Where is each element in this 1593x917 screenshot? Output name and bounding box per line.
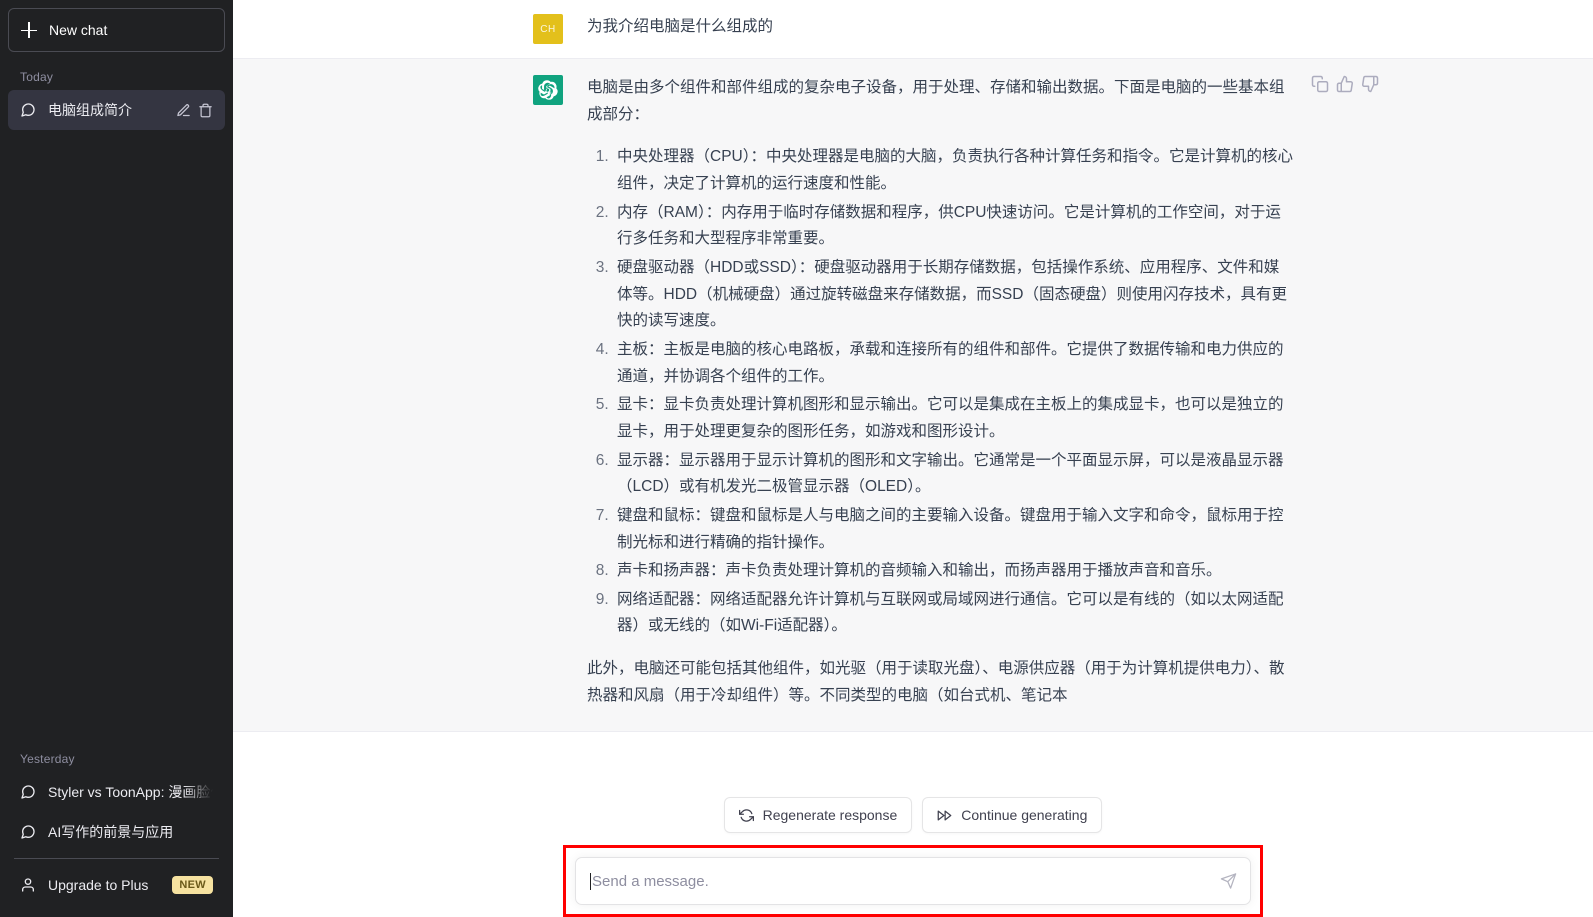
- main-content: CH 为我介绍电脑是什么组成的 电脑是由多个组件和部件组成的复杂电子设备，用于处…: [233, 0, 1593, 917]
- list-item: 主板：主板是电脑的核心电路板，承载和连接所有的组件和部件。它提供了数据传输和电力…: [613, 337, 1293, 390]
- user-message-body: 为我介绍电脑是什么组成的: [587, 14, 1293, 44]
- message-action-buttons: [1311, 75, 1379, 93]
- message-bubble-icon: [21, 785, 35, 799]
- list-item: 显卡：显卡负责处理计算机图形和显示输出。它可以是集成在主板上的集成显卡，也可以是…: [613, 392, 1293, 445]
- list-item: 中央处理器（CPU）：中央处理器是电脑的大脑，负责执行各种计算任务和指令。它是计…: [613, 144, 1293, 197]
- assistant-message-row: 电脑是由多个组件和部件组成的复杂电子设备，用于处理、存储和输出数据。下面是电脑的…: [233, 58, 1593, 733]
- thumbs-down-icon[interactable]: [1361, 75, 1379, 93]
- history-group-label-today: Today: [20, 70, 54, 84]
- avatar-user: CH: [533, 14, 563, 44]
- thumbs-up-icon[interactable]: [1336, 75, 1354, 93]
- list-item: 声卡和扬声器：声卡负责处理计算机的音频输入和输出，而扬声器用于播放声音和音乐。: [613, 558, 1293, 585]
- chat-history-list: Today 电脑组成简介: [8, 62, 225, 744]
- upgrade-label: Upgrade to Plus: [48, 877, 149, 893]
- regenerate-response-button[interactable]: Regenerate response: [723, 797, 913, 833]
- user-message-row: CH 为我介绍电脑是什么组成的: [233, 0, 1593, 58]
- chat-history-item-styler-vs-toonapp[interactable]: Styler vs ToonApp: 漫画脸优势: [8, 772, 225, 812]
- composer-highlight-box: Send a message.: [563, 845, 1263, 917]
- sidebar: New chat Today 电脑组成简介 Yesterday Styler v…: [0, 0, 233, 917]
- conversation-thread: CH 为我介绍电脑是什么组成的 电脑是由多个组件和部件组成的复杂电子设备，用于处…: [233, 0, 1593, 733]
- user-message-inner: CH 为我介绍电脑是什么组成的: [533, 0, 1293, 58]
- chat-history-item-title: AI写作的前景与应用: [48, 824, 174, 840]
- text-caret: [590, 872, 591, 890]
- assistant-message-inner: 电脑是由多个组件和部件组成的复杂电子设备，用于处理、存储和输出数据。下面是电脑的…: [533, 59, 1379, 731]
- history-group-label-yesterday: Yesterday: [20, 752, 75, 766]
- assistant-message-body: 电脑是由多个组件和部件组成的复杂电子设备，用于处理、存储和输出数据。下面是电脑的…: [587, 75, 1293, 709]
- assistant-intro-paragraph: 电脑是由多个组件和部件组成的复杂电子设备，用于处理、存储和输出数据。下面是电脑的…: [587, 79, 1285, 123]
- message-bubble-icon: [21, 103, 35, 117]
- chat-item-actions: [176, 103, 213, 118]
- regenerate-response-label: Regenerate response: [762, 807, 898, 823]
- message-input-placeholder: Send a message.: [592, 872, 709, 890]
- continue-generating-button[interactable]: Continue generating: [922, 797, 1103, 833]
- sidebar-divider: [14, 858, 219, 859]
- chatgpt-logo-icon: [538, 80, 558, 100]
- user-message-text: 为我介绍电脑是什么组成的: [587, 18, 774, 35]
- trash-icon[interactable]: [198, 103, 213, 118]
- assistant-outro-paragraph: 此外，电脑还可能包括其他组件，如光驱（用于读取光盘）、电源供应器（用于为计算机提…: [587, 660, 1285, 704]
- fast-forward-icon: [937, 810, 952, 820]
- message-input-container[interactable]: Send a message.: [575, 857, 1251, 905]
- list-item: 网络适配器：网络适配器允许计算机与互联网或局域网进行通信。它可以是有线的（如以太…: [613, 587, 1293, 640]
- list-item: 硬盘驱动器（HDD或SSD）：硬盘驱动器用于长期存储数据，包括操作系统、应用程序…: [613, 255, 1293, 335]
- continue-generating-label: Continue generating: [961, 807, 1088, 823]
- status-badge-new: NEW: [172, 876, 213, 894]
- list-item: 键盘和鼠标：键盘和鼠标是人与电脑之间的主要输入设备。键盘用于输入文字和命令，鼠标…: [613, 503, 1293, 556]
- list-item: 显示器：显示器用于显示计算机的图形和文字输出。它通常是一个平面显示屏，可以是液晶…: [613, 448, 1293, 501]
- avatar-assistant: [533, 75, 563, 105]
- refresh-icon: [738, 808, 754, 822]
- plus-icon: [21, 22, 37, 38]
- person-icon: [22, 878, 34, 892]
- new-chat-label: New chat: [49, 22, 108, 38]
- sidebar-bottom-section: Yesterday Styler vs ToonApp: 漫画脸优势 AI写作的…: [8, 744, 225, 909]
- pencil-icon[interactable]: [176, 103, 191, 118]
- chat-history-item-dian-nao-zu-cheng[interactable]: 电脑组成简介: [8, 90, 225, 130]
- assistant-component-list: 中央处理器（CPU）：中央处理器是电脑的大脑，负责执行各种计算任务和指令。它是计…: [587, 144, 1293, 640]
- composer-area: Regenerate response Continue generating …: [233, 797, 1593, 917]
- copy-icon[interactable]: [1311, 75, 1329, 93]
- message-bubble-icon: [21, 825, 35, 839]
- chat-history-item-ai-writing[interactable]: AI写作的前景与应用: [8, 812, 225, 852]
- chatgpt-app: New chat Today 电脑组成简介 Yesterday Styler v…: [0, 0, 1593, 917]
- list-item: 内存（RAM）：内存用于临时存储数据和程序，供CPU快速访问。它是计算机的工作空…: [613, 200, 1293, 253]
- chat-history-item-title: 电脑组成简介: [48, 102, 132, 118]
- upgrade-to-plus-button[interactable]: Upgrade to Plus NEW: [8, 865, 225, 905]
- chat-history-item-title: Styler vs ToonApp: 漫画脸优势: [48, 784, 213, 800]
- send-paper-plane-icon[interactable]: [1220, 873, 1237, 890]
- generation-buttons: Regenerate response Continue generating: [723, 797, 1103, 833]
- new-chat-button[interactable]: New chat: [8, 8, 225, 52]
